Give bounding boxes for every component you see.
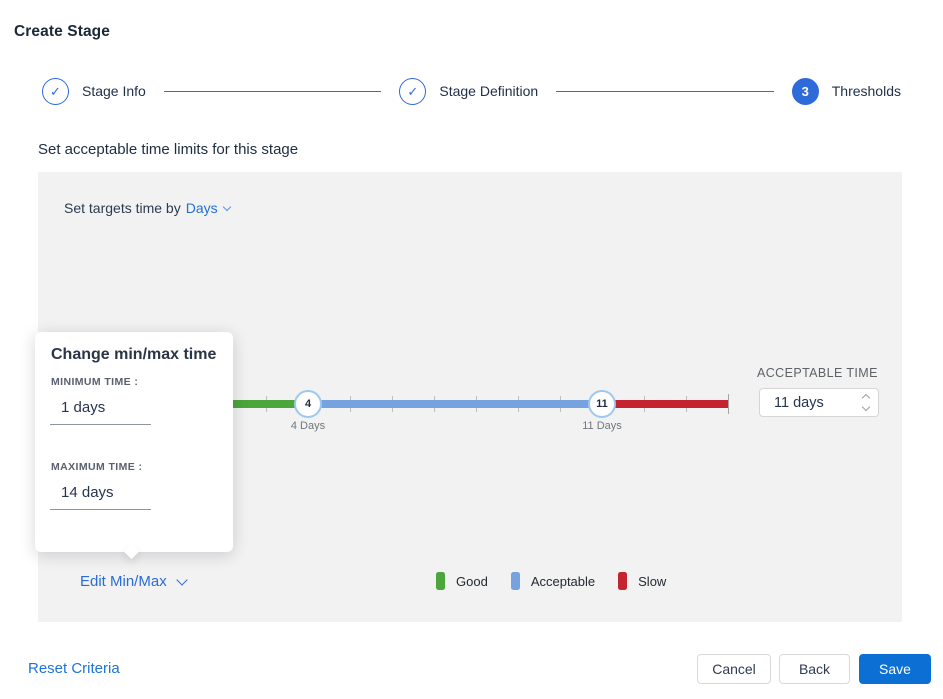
step-label: Thresholds — [831, 83, 901, 99]
step-stage-info[interactable]: ✓ Stage Info — [42, 77, 146, 105]
step-complete-circle: ✓ — [42, 77, 69, 105]
step-label: Stage Info — [82, 83, 146, 99]
legend-item-acceptable: Acceptable — [510, 572, 596, 590]
time-unit-value: Days — [185, 200, 218, 216]
minimum-time-label: MINIMUM TIME : — [51, 376, 139, 388]
legend-label: Good — [456, 573, 488, 589]
acceptable-time-label: ACCEPTABLE TIME — [757, 366, 878, 380]
minimum-time-input[interactable]: 1 days — [50, 399, 151, 425]
spinner-up-icon[interactable] — [861, 393, 871, 403]
slider-handle-min[interactable]: 4 — [294, 390, 322, 418]
maximum-time-label: MAXIMUM TIME : — [51, 461, 143, 473]
step-current-circle: 3 — [791, 77, 819, 105]
slider-tick — [728, 394, 729, 414]
edit-minmax-label: Edit Min/Max — [80, 573, 167, 590]
set-targets-label: Set targets time by — [64, 200, 181, 216]
slider-segment-acceptable — [308, 400, 602, 408]
set-targets-row: Set targets time by Days — [64, 200, 231, 216]
change-minmax-popup: Change min/max time MINIMUM TIME : 1 day… — [35, 332, 233, 552]
check-icon: ✓ — [407, 83, 419, 99]
slider-handle-max-label: 11 Days — [582, 420, 622, 432]
time-unit-dropdown[interactable]: Days — [185, 200, 231, 216]
acceptable-time-input[interactable]: 11 days — [759, 388, 879, 417]
edit-minmax-link[interactable]: Edit Min/Max — [80, 573, 188, 590]
legend-swatch-acceptable — [510, 572, 520, 590]
legend-label: Slow — [638, 573, 667, 589]
acceptable-time-value: 11 days — [774, 394, 824, 411]
legend-swatch-good — [436, 572, 445, 590]
chevron-down-icon — [176, 573, 188, 586]
legend-label: Acceptable — [530, 573, 596, 589]
threshold-slider[interactable]: 4 4 Days 11 11 Days — [182, 358, 729, 438]
check-icon: ✓ — [50, 83, 61, 99]
section-heading: Set acceptable time limits for this stag… — [38, 141, 299, 158]
slider-legend: Good Acceptable Slow — [436, 572, 689, 590]
step-complete-circle: ✓ — [399, 77, 427, 105]
step-thresholds[interactable]: 3 Thresholds — [791, 77, 901, 105]
slider-handle-min-label: 4 Days — [290, 420, 326, 432]
save-button[interactable]: Save — [859, 654, 931, 684]
legend-swatch-slow — [618, 572, 628, 590]
step-stage-definition[interactable]: ✓ Stage Definition — [399, 77, 539, 105]
chevron-down-icon — [222, 202, 231, 212]
page-title: Create Stage — [14, 23, 110, 40]
stepper-connector — [556, 90, 774, 92]
stepper-connector — [163, 90, 382, 92]
legend-item-slow: Slow — [618, 572, 666, 590]
spinner-down-icon[interactable] — [861, 402, 871, 412]
slider-segment-slow — [602, 400, 728, 408]
legend-item-good: Good — [436, 572, 488, 590]
reset-criteria-link[interactable]: Reset Criteria — [28, 660, 120, 677]
cancel-button[interactable]: Cancel — [697, 654, 771, 684]
popup-title: Change min/max time — [51, 346, 217, 363]
wizard-stepper: ✓ Stage Info ✓ Stage Definition 3 Thresh… — [42, 77, 901, 105]
step-label: Stage Definition — [439, 83, 539, 99]
slider-handle-max[interactable]: 11 — [588, 390, 616, 418]
maximum-time-input[interactable]: 14 days — [50, 484, 151, 510]
stepper-spinner — [861, 393, 871, 412]
back-button[interactable]: Back — [779, 654, 850, 684]
